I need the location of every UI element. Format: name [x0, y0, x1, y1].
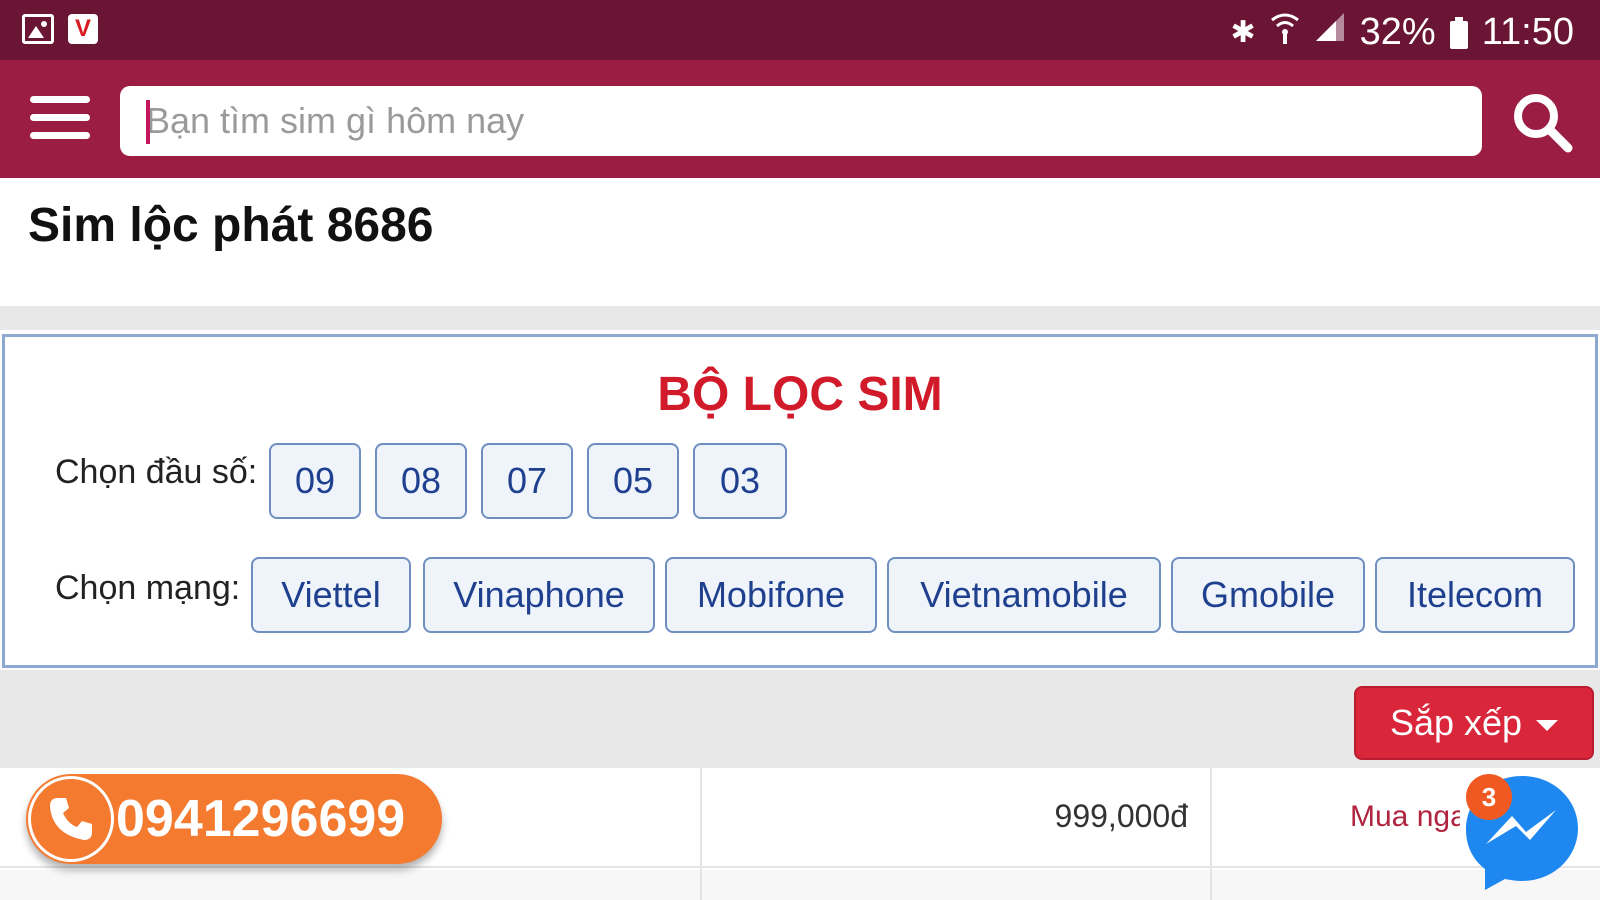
- status-bar: V ✱ 32% 11:50: [0, 0, 1600, 60]
- hotline-number: 0941296699: [116, 790, 406, 848]
- prefix-chip-08[interactable]: 08: [375, 443, 467, 519]
- prefix-chip-07[interactable]: 07: [481, 443, 573, 519]
- network-chip-itelecom[interactable]: Itelecom: [1375, 557, 1575, 633]
- network-chip-vietnamobile[interactable]: Vietnamobile: [887, 557, 1161, 633]
- filter-title: BỘ LỌC SIM: [657, 368, 943, 421]
- text-cursor: [146, 100, 150, 144]
- gallery-notification-icon: [22, 14, 54, 44]
- prefix-chip-03[interactable]: 03: [693, 443, 787, 519]
- buy-now-link[interactable]: Mua ngay: [1350, 800, 1460, 834]
- network-chip-vinaphone[interactable]: Vinaphone: [423, 557, 655, 633]
- sort-label: Sắp xếp: [1389, 702, 1523, 743]
- search-icon[interactable]: [1510, 90, 1574, 154]
- messenger-badge: 3: [1466, 774, 1512, 820]
- sim-price: 999,000đ: [1054, 798, 1188, 834]
- hamburger-menu-icon[interactable]: [30, 96, 90, 144]
- phone-icon: [28, 776, 114, 862]
- app-v-notification-icon: V: [68, 14, 98, 44]
- search-box[interactable]: [120, 86, 1482, 156]
- search-input[interactable]: [120, 86, 1482, 156]
- prefix-chip-05[interactable]: 05: [587, 443, 679, 519]
- prefix-label: Chọn đầu số:: [55, 453, 258, 491]
- prefix-chip-09[interactable]: 09: [269, 443, 361, 519]
- battery-percent: 32%: [1359, 11, 1436, 53]
- sim-list-row[interactable]: [0, 870, 1600, 900]
- signal-icon: [1314, 11, 1346, 54]
- clock: 11:50: [1481, 11, 1574, 53]
- column-divider: [700, 768, 702, 900]
- caret-down-icon: [1536, 719, 1559, 731]
- network-label: Chọn mạng:: [55, 569, 241, 607]
- network-chip-viettel[interactable]: Viettel: [251, 557, 411, 633]
- wifi-icon: [1270, 10, 1300, 55]
- divider: [0, 306, 1600, 330]
- sort-dropdown-button[interactable]: Sắp xếp: [1354, 686, 1594, 760]
- network-chip-mobifone[interactable]: Mobifone: [665, 557, 877, 633]
- battery-icon: [1449, 16, 1468, 49]
- app-bar: [0, 60, 1600, 178]
- bluetooth-icon: ✱: [1230, 15, 1256, 49]
- column-divider: [1210, 768, 1212, 900]
- call-hotline-button[interactable]: 0941296699: [26, 774, 442, 864]
- sim-filter-panel: BỘ LỌC SIM Chọn đầu số: 09 08 07 05 03 C…: [2, 334, 1598, 668]
- network-chip-gmobile[interactable]: Gmobile: [1171, 557, 1365, 633]
- page-title: Sim lộc phát 8686: [28, 199, 434, 252]
